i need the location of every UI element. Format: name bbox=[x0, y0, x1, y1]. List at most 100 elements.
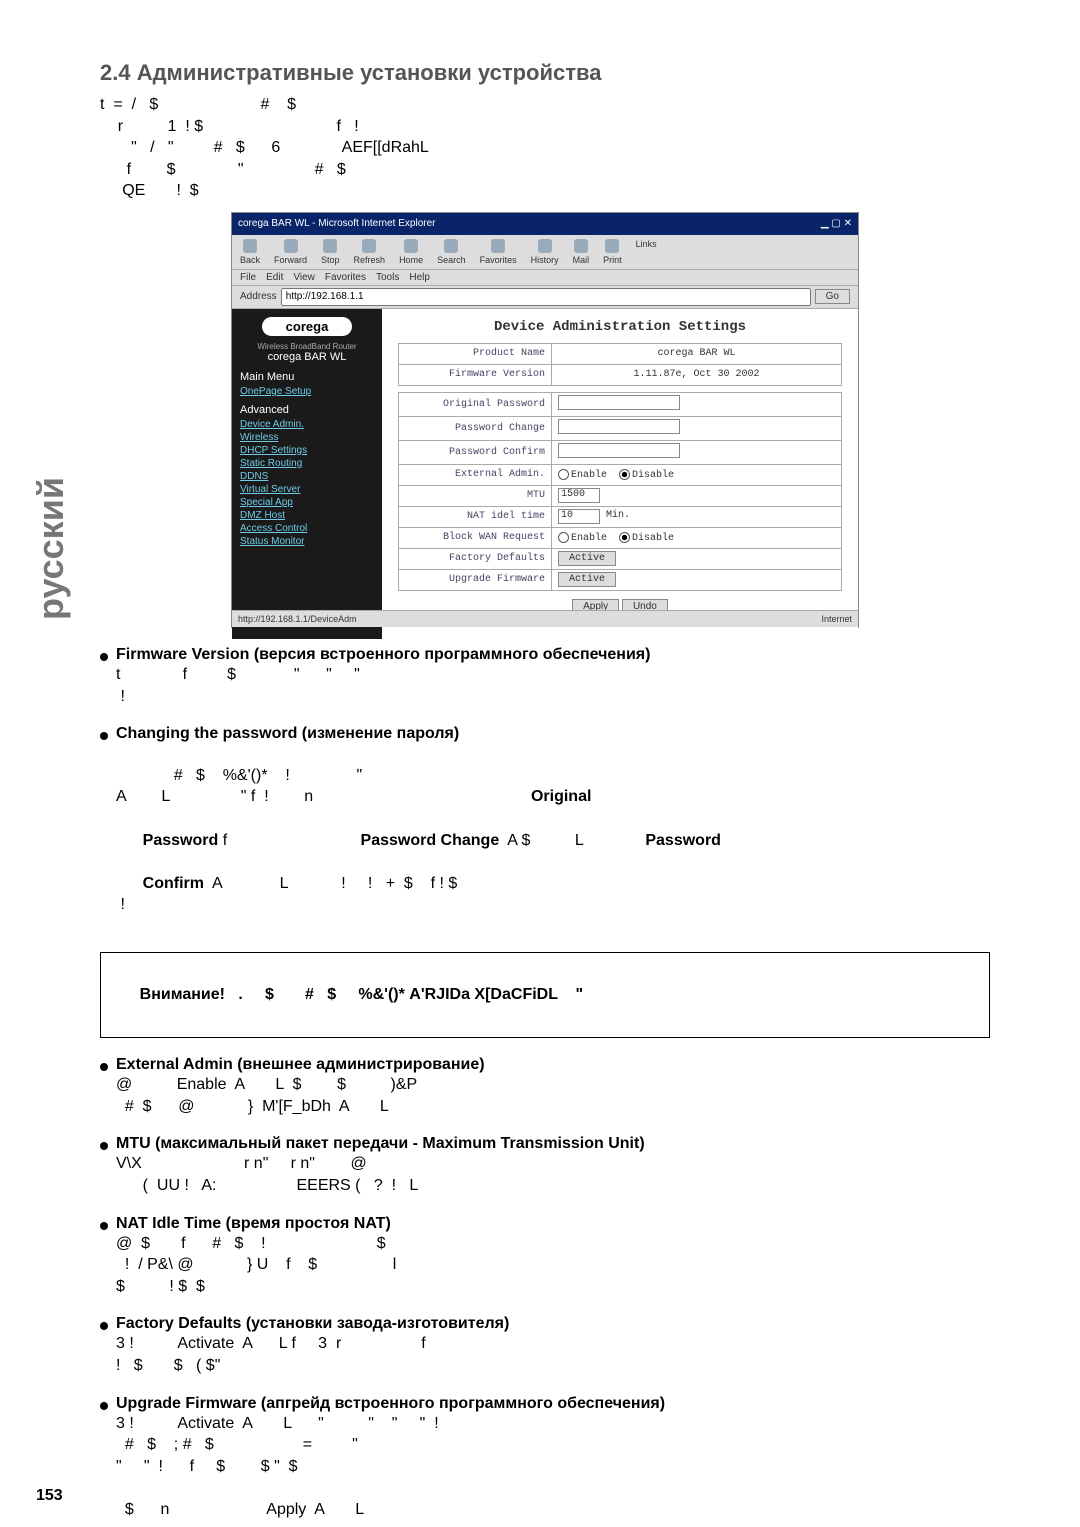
upgrade-firmware-body: 3 ! Activate A L " " " " ! # $ ; # $ = "… bbox=[116, 1413, 990, 1521]
address-bar: Address Go bbox=[232, 286, 858, 309]
nav-status-monitor[interactable]: Status Monitor bbox=[240, 535, 374, 548]
ext-admin-radios: Enable Disable bbox=[552, 464, 842, 485]
browser-menubar: File Edit View Favorites Tools Help bbox=[232, 270, 858, 286]
nat-idle-unit: Min. bbox=[606, 510, 630, 521]
upgrade-firmware-heading: Upgrade Firmware (апгрейд встроенного пр… bbox=[116, 1395, 665, 1413]
nat-idle-label: NAT idel time bbox=[399, 506, 552, 527]
block-wan-radios: Enable Disable bbox=[552, 527, 842, 548]
fw-version-value: 1.11.87e, Oct 30 2002 bbox=[552, 364, 842, 385]
factory-defaults-heading: Factory Defaults (установки завода-изгот… bbox=[116, 1315, 509, 1333]
bullet-icon bbox=[100, 1402, 108, 1410]
menu-favorites[interactable]: Favorites bbox=[325, 272, 366, 283]
bullet-icon bbox=[100, 1322, 108, 1330]
back-button[interactable]: Back bbox=[240, 239, 260, 265]
nav-dhcp[interactable]: DHCP Settings bbox=[240, 444, 374, 457]
section-heading: 2.4 Административные установки устройств… bbox=[100, 60, 990, 86]
embedded-screenshot: corega BAR WL - Microsoft Internet Explo… bbox=[231, 212, 859, 628]
print-button[interactable]: Print bbox=[603, 239, 622, 265]
bullet-icon bbox=[100, 1222, 108, 1230]
stop-icon bbox=[323, 239, 337, 253]
print-icon bbox=[605, 239, 619, 253]
upgrade-active-button[interactable]: Active bbox=[558, 572, 616, 587]
password-label: Password bbox=[143, 832, 219, 849]
favorites-button[interactable]: Favorites bbox=[480, 239, 517, 265]
sidebar: corega Wireless BroadBand Router corega … bbox=[232, 309, 382, 639]
main-panel: Device Administration Settings Product N… bbox=[382, 309, 858, 639]
factory-defaults-body: 3 ! Activate A L f 3 r f ! $ $ ( $" bbox=[116, 1333, 990, 1376]
nav-wireless[interactable]: Wireless bbox=[240, 431, 374, 444]
product-name: corega BAR WL bbox=[232, 351, 382, 363]
window-title: corega BAR WL - Microsoft Internet Explo… bbox=[238, 218, 435, 229]
nat-idle-body: @ $ f # $ ! $ ! / P&\ @ } U f $ l $ ! $ … bbox=[116, 1233, 990, 1298]
window-titlebar: corega BAR WL - Microsoft Internet Explo… bbox=[232, 213, 858, 235]
menu-edit[interactable]: Edit bbox=[266, 272, 283, 283]
nav-access-control[interactable]: Access Control bbox=[240, 522, 374, 535]
confirm-label: Confirm bbox=[143, 875, 204, 892]
fw-version-label: Firmware Version bbox=[399, 364, 552, 385]
block-wan-disable-radio[interactable] bbox=[619, 532, 630, 543]
main-menu-head: Main Menu bbox=[240, 371, 374, 383]
status-left: http://192.168.1.1/DeviceAdm bbox=[238, 614, 357, 624]
attention-callout: Внимание! . $ # $ %&'()* A'RJIDa X[DaCFi… bbox=[100, 952, 990, 1039]
links-label: Links bbox=[636, 239, 657, 265]
pw-confirm-label: Password Confirm bbox=[399, 440, 552, 464]
home-icon bbox=[404, 239, 418, 253]
block-wan-enable-radio[interactable] bbox=[558, 532, 569, 543]
product-name-label: Product Name bbox=[399, 343, 552, 364]
pw-change-input[interactable] bbox=[558, 419, 680, 434]
factory-active-button[interactable]: Active bbox=[558, 551, 616, 566]
ext-admin-label: External Admin. bbox=[399, 464, 552, 485]
panel-title: Device Administration Settings bbox=[398, 319, 842, 335]
browser-statusbar: http://192.168.1.1/DeviceAdm Internet bbox=[232, 610, 858, 627]
home-button[interactable]: Home bbox=[399, 239, 423, 265]
onepage-setup-link[interactable]: OnePage Setup bbox=[240, 385, 374, 398]
intro-paragraph: t = / $ # $ r 1 ! $ f ! " / " # $ 6 AEF[… bbox=[100, 94, 990, 202]
mail-button[interactable]: Mail bbox=[573, 239, 590, 265]
orig-pw-input[interactable] bbox=[558, 395, 680, 410]
ext-admin-heading: External Admin (внешнее администрировани… bbox=[116, 1056, 485, 1074]
upgrade-label: Upgrade Firmware bbox=[399, 569, 552, 590]
nav-static-routing[interactable]: Static Routing bbox=[240, 457, 374, 470]
bullet-icon bbox=[100, 653, 108, 661]
status-right: Internet bbox=[821, 614, 852, 624]
advanced-head: Advanced bbox=[240, 404, 374, 416]
mtu-heading: MTU (максимальный пакет передачи - Maxim… bbox=[116, 1135, 645, 1153]
history-button[interactable]: History bbox=[531, 239, 559, 265]
nav-special-app[interactable]: Special App bbox=[240, 496, 374, 509]
change-pw-heading: Changing the password (изменение пароля) bbox=[116, 725, 459, 743]
stop-button[interactable]: Stop bbox=[321, 239, 340, 265]
menu-help[interactable]: Help bbox=[409, 272, 430, 283]
bullet-icon bbox=[100, 1142, 108, 1150]
nav-dmz-host[interactable]: DMZ Host bbox=[240, 509, 374, 522]
product-name-value: corega BAR WL bbox=[552, 343, 842, 364]
ext-admin-disable-radio[interactable] bbox=[619, 469, 630, 480]
bullet-icon bbox=[100, 732, 108, 740]
refresh-button[interactable]: Refresh bbox=[354, 239, 386, 265]
password-label-2: Password bbox=[645, 832, 721, 849]
window-controls: ▁ ▢ ✕ bbox=[821, 218, 852, 229]
search-button[interactable]: Search bbox=[437, 239, 466, 265]
settings-table: Product Namecorega BAR WL Firmware Versi… bbox=[398, 343, 842, 386]
pw-confirm-input[interactable] bbox=[558, 443, 680, 458]
fw-version-heading: Firmware Version (версия встроенного про… bbox=[116, 646, 650, 664]
address-label: Address bbox=[240, 291, 277, 302]
forward-button[interactable]: Forward bbox=[274, 239, 307, 265]
go-button[interactable]: Go bbox=[815, 289, 850, 304]
menu-file[interactable]: File bbox=[240, 272, 256, 283]
mail-icon bbox=[574, 239, 588, 253]
pw-change-label: Password Change bbox=[399, 416, 552, 440]
menu-view[interactable]: View bbox=[293, 272, 315, 283]
ext-admin-enable-radio[interactable] bbox=[558, 469, 569, 480]
refresh-icon bbox=[362, 239, 376, 253]
address-input[interactable] bbox=[281, 288, 811, 306]
menu-tools[interactable]: Tools bbox=[376, 272, 399, 283]
orig-pw-label: Original Password bbox=[399, 392, 552, 416]
logo-sub: Wireless BroadBand Router bbox=[232, 342, 382, 351]
nav-virtual-server[interactable]: Virtual Server bbox=[240, 483, 374, 496]
original-label: Original bbox=[531, 788, 591, 805]
nat-idle-input[interactable]: 10 bbox=[558, 509, 600, 524]
browser-toolbar: Back Forward Stop Refresh Home Search Fa… bbox=[232, 235, 858, 270]
nav-ddns[interactable]: DDNS bbox=[240, 470, 374, 483]
nav-device-admin[interactable]: Device Admin. bbox=[240, 418, 374, 431]
mtu-input[interactable]: 1500 bbox=[558, 488, 600, 503]
